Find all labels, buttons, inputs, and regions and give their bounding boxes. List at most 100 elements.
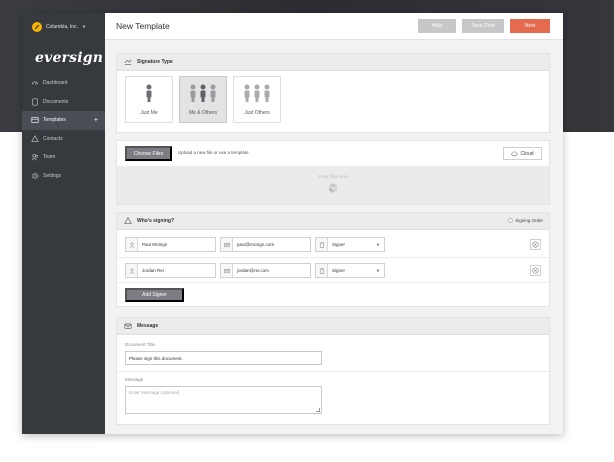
drop-zone[interactable]: Drop files here — [117, 166, 549, 204]
single-person-icon — [146, 84, 152, 102]
message-panel: Message Document Title Please sign this … — [116, 317, 550, 425]
row-divider — [117, 282, 549, 283]
group-people-icon — [244, 84, 270, 102]
dashboard-icon — [31, 81, 39, 86]
document-title-label: Document Title — [125, 342, 156, 347]
user-icon — [126, 264, 138, 277]
option-label: Just Others — [244, 110, 270, 116]
resize-handle-icon[interactable] — [316, 408, 320, 412]
sidebar-item-label: Dashboard — [43, 80, 68, 87]
clipboard-icon — [316, 238, 328, 251]
panel-title: Message — [137, 323, 159, 329]
next-button[interactable]: Next — [510, 19, 550, 33]
signature-type-panel: Signature Type Just Me Me & Others Just … — [116, 53, 550, 133]
save-draft-button[interactable]: Save Draft — [462, 19, 504, 33]
signer-name-field[interactable]: Paul McSign — [125, 237, 216, 252]
remove-signer-button[interactable] — [530, 265, 541, 276]
option-me-and-others[interactable]: Me & Others — [179, 76, 227, 123]
option-label: Me & Others — [188, 110, 218, 116]
signing-order-label: Signing Order — [515, 218, 543, 223]
user-icon — [126, 238, 138, 251]
plus-icon[interactable]: + — [94, 117, 98, 124]
templates-icon — [31, 117, 39, 123]
sidebar-item-dashboard[interactable]: Dashboard — [22, 74, 105, 93]
option-label: Just Me — [140, 110, 158, 116]
sidebar-item-label: Team — [43, 154, 56, 161]
help-button[interactable]: Help — [418, 19, 456, 33]
remove-signer-button[interactable] — [530, 239, 541, 250]
sidebar-item-templates[interactable]: Templates + — [22, 111, 105, 130]
team-icon — [31, 154, 38, 161]
sidebar: Columbia, Inc. ▼ eversign Dashboard Docu… — [22, 13, 105, 434]
sidebar-item-team[interactable]: Team — [22, 148, 105, 167]
top-bar: New Template Help Save Draft Next — [105, 13, 563, 40]
sidebar-item-settings[interactable]: Settings — [22, 167, 105, 186]
message-placeholder: Enter Message (optional) — [129, 390, 180, 395]
signer-role-value: Signer — [332, 242, 346, 247]
signer-role-select[interactable]: Signer ▼ — [315, 263, 385, 278]
sidebar-item-contacts[interactable]: Contacts — [22, 130, 105, 149]
chevron-down-icon: ▼ — [376, 268, 380, 273]
sidebar-item-documents[interactable]: Documents — [22, 93, 105, 112]
page-title: New Template — [116, 21, 170, 31]
close-circle-icon — [532, 267, 539, 274]
clipboard-icon — [316, 264, 328, 277]
document-title-input[interactable]: Please sign this document. — [125, 351, 322, 365]
signer-name-field[interactable]: Jordan Rei — [125, 263, 216, 278]
org-name: Columbia, Inc. — [46, 23, 78, 30]
signing-order-radio[interactable] — [508, 218, 514, 223]
panel-title: Signature Type — [137, 59, 173, 65]
chevron-down-icon: ▼ — [376, 242, 380, 247]
brand-logo: eversign — [35, 50, 104, 66]
signer-role-select[interactable]: Signer ▼ — [315, 237, 385, 252]
option-just-me[interactable]: Just Me — [125, 76, 173, 123]
chevron-down-icon: ▼ — [81, 24, 86, 29]
message-textarea[interactable]: Enter Message (optional) — [125, 386, 322, 414]
cloud-button[interactable]: Cloud — [503, 147, 542, 160]
sidebar-item-label: Contacts — [43, 135, 63, 142]
signers-panel: Who's signing? Signing Order Paul McSign… — [116, 212, 550, 307]
documents-icon — [32, 98, 38, 106]
panel-header: Signature Type — [117, 54, 549, 71]
upload-panel: Choose Files Upload a new file or use a … — [116, 140, 550, 205]
signer-email-field[interactable]: paul@mcsign.com — [220, 237, 311, 252]
signer-role-value: Signer — [332, 268, 346, 273]
sidebar-item-label: Templates — [43, 117, 66, 124]
panel-title: Who's signing? — [137, 218, 175, 224]
org-logo-icon — [32, 21, 42, 32]
signers-icon — [124, 217, 132, 224]
contacts-icon — [31, 134, 39, 142]
sidebar-nav: Dashboard Documents Templates + Contacts… — [22, 74, 105, 185]
mail-icon — [221, 238, 233, 251]
app-window: Columbia, Inc. ▼ eversign Dashboard Docu… — [22, 13, 563, 434]
group-people-icon — [190, 84, 216, 102]
envelope-icon — [124, 323, 132, 329]
add-signer-button[interactable]: Add Signer — [125, 288, 184, 302]
signature-type-icon — [124, 59, 132, 65]
signer-row: Paul McSign paul@mcsign.com Signer ▼ — [125, 237, 543, 252]
sidebar-item-label: Settings — [43, 172, 62, 179]
option-just-others[interactable]: Just Others — [233, 76, 281, 123]
drop-text: Drop files here — [318, 174, 348, 179]
settings-icon — [31, 172, 39, 180]
close-circle-icon — [532, 241, 539, 248]
signing-order-toggle[interactable]: Signing Order — [508, 218, 543, 223]
signer-name-value: Jordan Rei — [142, 268, 164, 273]
field-divider — [117, 371, 549, 372]
message-label: Message — [125, 377, 144, 382]
signer-name-value: Paul McSign — [142, 242, 168, 247]
org-switcher[interactable]: Columbia, Inc. ▼ — [32, 19, 102, 34]
panel-header: Message — [117, 318, 549, 335]
panel-header: Who's signing? Signing Order — [117, 213, 549, 230]
choose-files-button[interactable]: Choose Files — [125, 146, 172, 161]
cloud-icon — [511, 151, 518, 156]
signer-email-value: paul@mcsign.com — [237, 242, 275, 247]
dropbox-box-icon — [329, 183, 337, 193]
mail-icon — [221, 264, 233, 277]
upload-hint: Upload a new file or use a template — [178, 150, 249, 155]
cloud-label: Cloud — [520, 150, 534, 157]
main-content: New Template Help Save Draft Next Signat… — [105, 13, 563, 434]
signer-email-field[interactable]: jordan@rei.com — [220, 263, 311, 278]
signer-email-value: jordan@rei.com — [237, 268, 269, 273]
signer-row: Jordan Rei jordan@rei.com Signer ▼ — [125, 263, 543, 278]
